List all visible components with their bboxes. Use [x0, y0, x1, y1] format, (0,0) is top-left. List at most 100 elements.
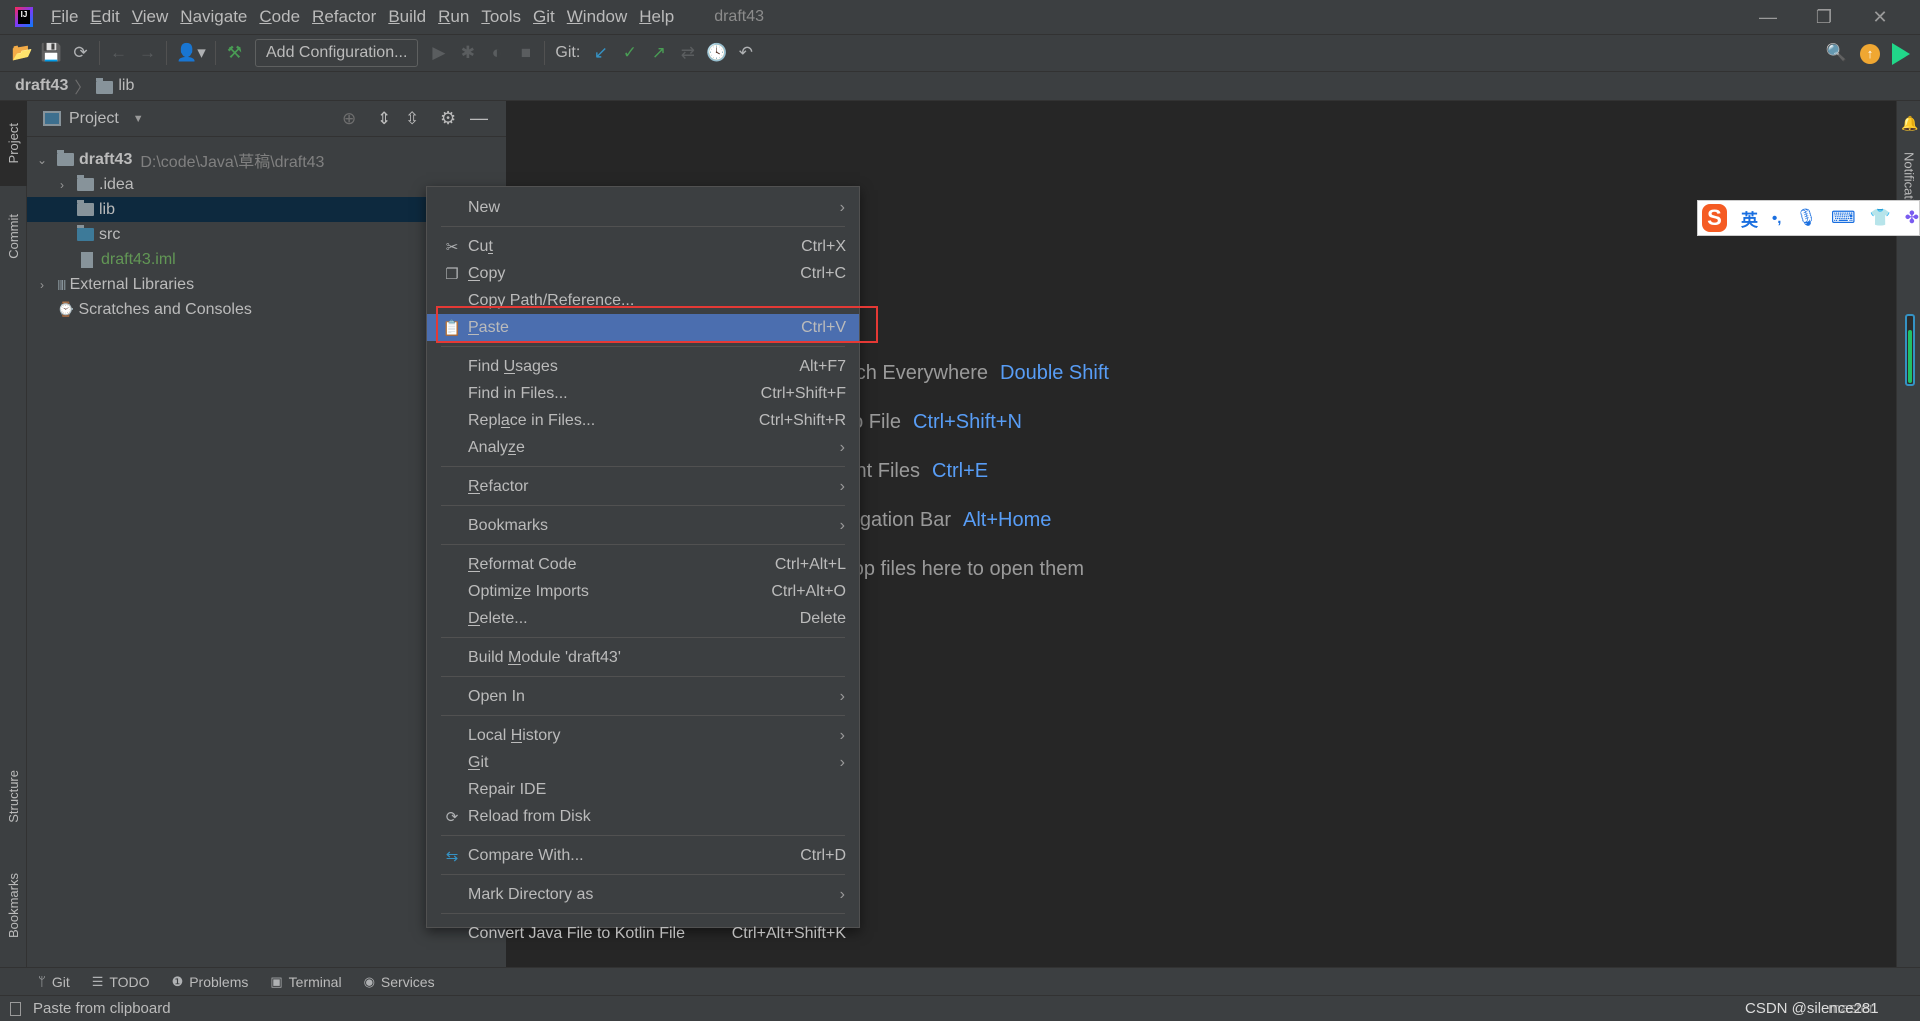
microphone-icon[interactable]: 🎙: [1795, 208, 1817, 228]
context-menu-item-build-module-draft43[interactable]: Build Module 'draft43': [427, 644, 859, 671]
debug-icon[interactable]: ✱: [453, 39, 482, 67]
search-icon[interactable]: 🔍: [1822, 39, 1851, 67]
menu-window[interactable]: Window: [567, 7, 627, 27]
forward-icon[interactable]: →: [133, 39, 162, 67]
context-menu-item-local-history[interactable]: Local History ›: [427, 722, 859, 749]
close-button[interactable]: ✕: [1852, 0, 1908, 35]
breadcrumb-project[interactable]: draft43: [15, 77, 68, 95]
context-menu-item-convert-java-file-to-kotlin-file[interactable]: Convert Java File to Kotlin File Ctrl+Alt…: [427, 920, 859, 947]
context-menu-item-open-in[interactable]: Open In ›: [427, 683, 859, 710]
context-menu-item-refactor[interactable]: Refactor ›: [427, 473, 859, 500]
ime-language[interactable]: 英: [1741, 206, 1758, 231]
folder-icon: [77, 200, 94, 216]
context-menu-item-cut[interactable]: ✂ Cut Ctrl+X: [427, 233, 859, 260]
history-icon[interactable]: 🕓: [702, 39, 731, 67]
menu-help[interactable]: Help: [639, 7, 674, 27]
locate-icon[interactable]: ⊕: [342, 109, 356, 129]
breadcrumb-folder[interactable]: lib: [118, 77, 134, 95]
chevron-icon[interactable]: ›: [55, 178, 69, 192]
tab-bookmarks[interactable]: Bookmarks: [0, 856, 27, 956]
chevron-icon[interactable]: ⌄: [35, 153, 49, 167]
context-menu-item-analyze[interactable]: Analyze ›: [427, 434, 859, 461]
project-view-title[interactable]: Project: [69, 110, 119, 128]
code-with-me-icon[interactable]: [1892, 43, 1910, 65]
context-menu-item-mark-directory-as[interactable]: Mark Directory as ›: [427, 881, 859, 908]
menu-run[interactable]: Run: [438, 7, 469, 27]
context-menu-item-git[interactable]: Git ›: [427, 749, 859, 776]
context-menu-item-repair-ide[interactable]: Repair IDE: [427, 776, 859, 803]
git-commit-icon[interactable]: ✓: [615, 39, 644, 67]
context-menu-item-optimize-imports[interactable]: Optimize Imports Ctrl+Alt+O: [427, 578, 859, 605]
welcome-hint-shortcut: Ctrl+E: [932, 460, 989, 482]
module-icon: [57, 150, 74, 166]
menu-navigate[interactable]: Navigate: [180, 7, 247, 27]
tool-tab-todo[interactable]: ☰ TODO: [92, 974, 150, 990]
menu-separator: [427, 671, 859, 683]
gear-icon[interactable]: ⚙: [440, 108, 456, 129]
back-icon[interactable]: ←: [104, 39, 133, 67]
context-menu-item-find-usages[interactable]: Find Usages Alt+F7: [427, 353, 859, 380]
tool-tab-services[interactable]: ◉ Services: [364, 974, 435, 990]
hide-icon[interactable]: —: [470, 108, 488, 129]
menu-view[interactable]: View: [132, 7, 169, 27]
status-toggle-icon[interactable]: [10, 1001, 21, 1016]
tool-tab-problems[interactable]: ❶ Problems: [172, 974, 249, 990]
update-icon[interactable]: ↑: [1860, 44, 1880, 64]
save-icon[interactable]: 💾: [37, 39, 66, 67]
add-configuration-button[interactable]: Add Configuration...: [255, 39, 419, 67]
ime-punctuation[interactable]: •,: [1772, 210, 1781, 227]
ime-toolbar: S 英 •, 🎙 ⌨ 👕 ✤: [1697, 200, 1920, 236]
chevron-right-icon: ›: [839, 477, 845, 495]
coverage-icon[interactable]: ◐: [482, 39, 511, 67]
library-icon: ‖‖: [57, 276, 66, 293]
menu-item-shortcut: Ctrl+D: [800, 846, 846, 864]
menu-refactor[interactable]: Refactor: [312, 7, 376, 27]
chevron-down-icon[interactable]: ▼: [133, 113, 144, 125]
restore-button[interactable]: ❐: [1796, 0, 1852, 35]
tool-tab-git[interactable]: ᛘ Git: [38, 974, 70, 990]
tab-commit[interactable]: Commit: [0, 196, 27, 276]
project-panel-header: Project ▼ ⊕ ⇕ ⇳ ⚙ —: [27, 101, 506, 137]
skin-shirt-icon[interactable]: 👕: [1870, 208, 1891, 228]
tab-project[interactable]: Project: [0, 101, 27, 186]
notifications-bell-icon[interactable]: 🔔: [1901, 115, 1918, 132]
expand-all-icon[interactable]: ⇕: [377, 109, 391, 129]
context-menu-item-reformat-code[interactable]: Reformat Code Ctrl+Alt+L: [427, 551, 859, 578]
git-label: Git:: [555, 44, 581, 61]
build-hammer-icon[interactable]: ⚒: [220, 39, 249, 67]
menu-tools[interactable]: Tools: [481, 7, 521, 27]
rollback-icon[interactable]: ↶: [731, 39, 760, 67]
git-update-icon[interactable]: ↙: [586, 39, 615, 67]
git-compare-icon[interactable]: ⇄: [673, 39, 702, 67]
context-menu-item-find-in-files[interactable]: Find in Files... Ctrl+Shift+F: [427, 380, 859, 407]
chevron-icon[interactable]: ›: [35, 278, 49, 292]
menu-file[interactable]: File: [51, 7, 78, 27]
context-menu-item-copy[interactable]: ❐ Copy Ctrl+C: [427, 260, 859, 287]
git-push-icon[interactable]: ↗: [644, 39, 673, 67]
tool-tab-terminal[interactable]: ▣ Terminal: [270, 974, 341, 990]
user-dropdown-icon[interactable]: 👤▾: [171, 39, 211, 67]
context-menu-item-delete[interactable]: Delete... Delete: [427, 605, 859, 632]
minimize-button[interactable]: —: [1740, 0, 1796, 35]
mnemonic-underline: [468, 279, 480, 281]
context-menu-item-new[interactable]: New ›: [427, 194, 859, 221]
menu-git[interactable]: Git: [533, 7, 555, 27]
sync-icon[interactable]: ⟳: [66, 39, 95, 67]
context-menu-item-replace-in-files[interactable]: Replace in Files... Ctrl+Shift+R: [427, 407, 859, 434]
menu-edit[interactable]: Edit: [90, 7, 119, 27]
tab-structure[interactable]: Structure: [0, 751, 27, 841]
keyboard-icon[interactable]: ⌨: [1831, 208, 1856, 228]
open-folder-icon[interactable]: 📂: [8, 39, 37, 67]
collapse-all-icon[interactable]: ⇳: [405, 109, 419, 129]
context-menu-item-bookmarks[interactable]: Bookmarks ›: [427, 512, 859, 539]
menu-build[interactable]: Build: [388, 7, 426, 27]
tree-item-draft43[interactable]: ⌄ draft43 D:\code\Java\草稿\draft43: [27, 147, 506, 172]
menu-separator: [427, 500, 859, 512]
context-menu-item-compare-with[interactable]: ⇆ Compare With... Ctrl+D: [427, 842, 859, 869]
run-icon[interactable]: ▶: [424, 39, 453, 67]
menu-code[interactable]: Code: [259, 7, 300, 27]
toolbox-icon[interactable]: ✤: [1905, 208, 1919, 228]
context-menu-item-reload-from-disk[interactable]: ⟳ Reload from Disk: [427, 803, 859, 830]
stop-icon[interactable]: ■: [511, 39, 540, 67]
left-tool-stripe: Project Commit Structure Bookmarks: [0, 101, 27, 967]
